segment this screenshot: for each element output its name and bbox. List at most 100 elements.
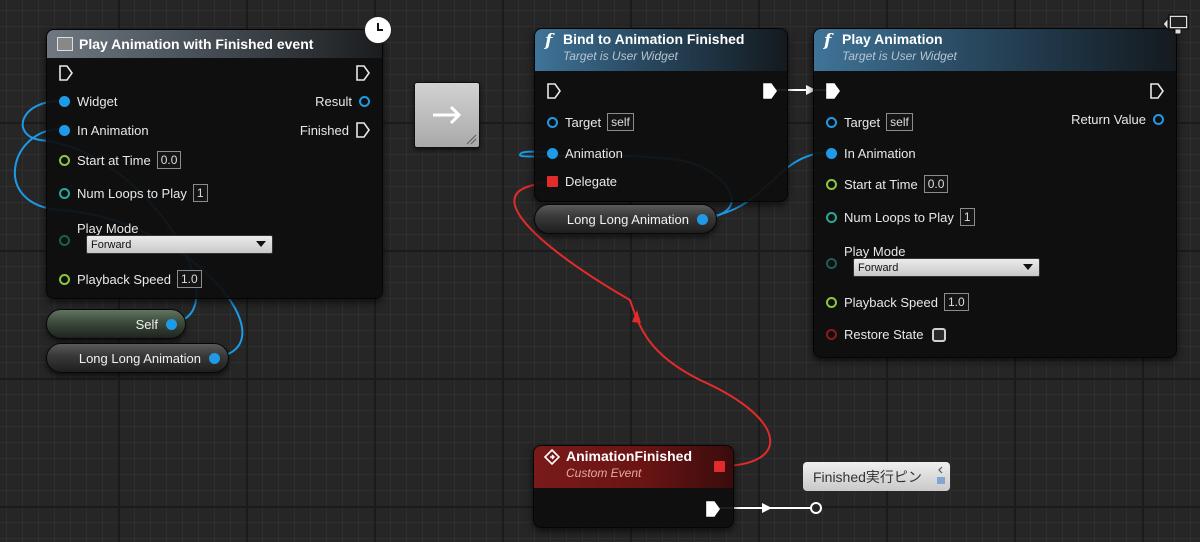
play-mode-dropdown[interactable]: Forward: [86, 235, 273, 254]
object-pin-icon: [59, 96, 70, 107]
pin-playback-speed[interactable]: Playback Speed 1.0: [59, 270, 202, 288]
variable-self[interactable]: Self: [46, 309, 186, 339]
resize-grip-icon: [466, 134, 477, 145]
restore-state-checkbox[interactable]: [931, 327, 946, 342]
pin-label: Animation: [565, 146, 623, 161]
object-pin-icon[interactable]: [697, 213, 708, 225]
pin-label: Finished: [299, 122, 349, 138]
enum-pin-icon: [826, 258, 837, 269]
exec-out-pin[interactable]: [763, 83, 777, 99]
node-header[interactable]: Play Animation with Finished event: [47, 30, 382, 58]
exec-pin-icon: [1150, 83, 1164, 99]
exec-pin-icon: [356, 65, 370, 81]
pin-label: Playback Speed: [844, 294, 938, 310]
pin-playback-speed[interactable]: Playback Speed 1.0: [826, 293, 969, 311]
target-value[interactable]: self: [607, 113, 634, 131]
node-bind-to-animation-finished[interactable]: f Bind to Animation Finished Target is U…: [534, 28, 788, 202]
delegate-pin-icon: [547, 176, 558, 187]
exec-in-pin[interactable]: [59, 65, 73, 81]
pin-animation[interactable]: Animation: [547, 146, 623, 161]
exec-out-pin[interactable]: [706, 501, 720, 517]
play-mode-dropdown[interactable]: Forward: [853, 258, 1040, 277]
pin-widget[interactable]: Widget: [59, 94, 117, 109]
node-header[interactable]: f Play Animation Target is User Widget: [814, 29, 1176, 71]
num-loops-input[interactable]: 1: [192, 184, 208, 202]
pin-return-value[interactable]: Return Value: [1071, 112, 1164, 127]
variable-label: Long Long Animation: [566, 211, 689, 227]
dropdown-value: Forward: [91, 238, 132, 251]
pin-delegate[interactable]: Delegate: [547, 174, 617, 189]
dropdown-value: Forward: [858, 261, 899, 274]
variable-label: Self: [135, 316, 158, 332]
exec-in-pin[interactable]: [826, 83, 840, 99]
node-header[interactable]: AnimationFinished Custom Event: [534, 446, 733, 488]
float-pin-icon: [59, 273, 70, 285]
exec-out-pin[interactable]: [356, 65, 370, 81]
exec-out-pin[interactable]: [1150, 83, 1164, 99]
start-time-input[interactable]: 0.0: [923, 175, 949, 193]
comment-bubble[interactable]: Finished実行ピン: [803, 462, 950, 491]
pin-label: Restore State: [844, 327, 924, 342]
comment-text: Finished実行ピン: [813, 468, 922, 485]
pin-finished[interactable]: Finished: [300, 122, 370, 138]
playback-speed-input[interactable]: 1.0: [176, 270, 202, 288]
variable-long-long-animation-2[interactable]: Long Long Animation: [534, 204, 717, 234]
enum-pin-icon: [59, 235, 70, 246]
pin-label: Num Loops to Play: [844, 209, 954, 225]
bool-pin-icon: [826, 329, 837, 340]
float-pin-icon: [826, 178, 837, 190]
macro-icon: [57, 37, 73, 51]
object-pin-icon: [359, 96, 370, 107]
node-title: AnimationFinished: [566, 448, 692, 464]
pin-label: Target: [844, 114, 881, 130]
object-pin-icon: [826, 116, 837, 128]
arrow-tile[interactable]: [414, 82, 480, 148]
object-pin-icon[interactable]: [209, 352, 220, 364]
node-custom-event-animation-finished[interactable]: AnimationFinished Custom Event: [533, 445, 734, 528]
num-loops-input[interactable]: 1: [959, 208, 975, 226]
node-subtitle: Custom Event: [566, 466, 642, 480]
node-play-animation[interactable]: f Play Animation Target is User Widget T…: [813, 28, 1177, 358]
pin-label: In Animation: [844, 146, 916, 161]
int-pin-icon: [59, 187, 70, 199]
pin-restore-state[interactable]: Restore State: [826, 327, 946, 342]
float-pin-icon: [59, 154, 70, 166]
pin-comment-icon[interactable]: [936, 465, 946, 486]
start-time-input[interactable]: 0.0: [156, 151, 182, 169]
exec-pin-icon: [826, 83, 840, 99]
pin-label: Num Loops to Play: [77, 185, 187, 201]
pin-start-at-time[interactable]: Start at Time 0.0: [59, 151, 182, 169]
pin-num-loops[interactable]: Num Loops to Play 1: [59, 184, 208, 202]
pin-in-animation[interactable]: In Animation: [826, 146, 916, 161]
latent-clock-icon: [364, 16, 392, 44]
node-title: Play Animation: [842, 31, 943, 47]
pin-result[interactable]: Result: [315, 94, 370, 109]
pin-num-loops[interactable]: Num Loops to Play 1: [826, 208, 975, 226]
pin-label: Result: [315, 94, 352, 109]
target-value[interactable]: self: [886, 113, 913, 131]
node-header[interactable]: f Bind to Animation Finished Target is U…: [535, 29, 787, 71]
variable-long-long-animation[interactable]: Long Long Animation: [46, 343, 229, 373]
exec-in-pin[interactable]: [547, 83, 561, 99]
arrow-right-icon: [433, 105, 462, 125]
function-icon: f: [824, 31, 832, 51]
pin-target[interactable]: Target self: [826, 113, 913, 131]
pin-label: Start at Time: [77, 152, 151, 168]
exec-pin-icon: [763, 83, 777, 99]
pin-in-animation[interactable]: In Animation: [59, 123, 149, 138]
pin-label: Play Mode: [844, 244, 906, 259]
pin-label: Target: [565, 114, 602, 130]
node-subtitle: Target is User Widget: [563, 49, 678, 63]
pin-label: Widget: [77, 94, 118, 109]
pin-target[interactable]: Target self: [547, 113, 634, 131]
object-pin-icon: [547, 116, 558, 128]
playback-speed-input[interactable]: 1.0: [943, 293, 969, 311]
object-pin-icon[interactable]: [166, 318, 177, 330]
pin-start-at-time[interactable]: Start at Time 0.0: [826, 175, 949, 193]
delegate-output-pin[interactable]: [714, 461, 725, 472]
object-pin-icon: [826, 148, 837, 159]
exec-pin-icon: [356, 122, 370, 138]
pin-label: Return Value: [1071, 112, 1146, 127]
node-subtitle: Target is User Widget: [842, 49, 957, 63]
node-play-animation-finished-event[interactable]: Play Animation with Finished event Widge…: [46, 29, 383, 299]
